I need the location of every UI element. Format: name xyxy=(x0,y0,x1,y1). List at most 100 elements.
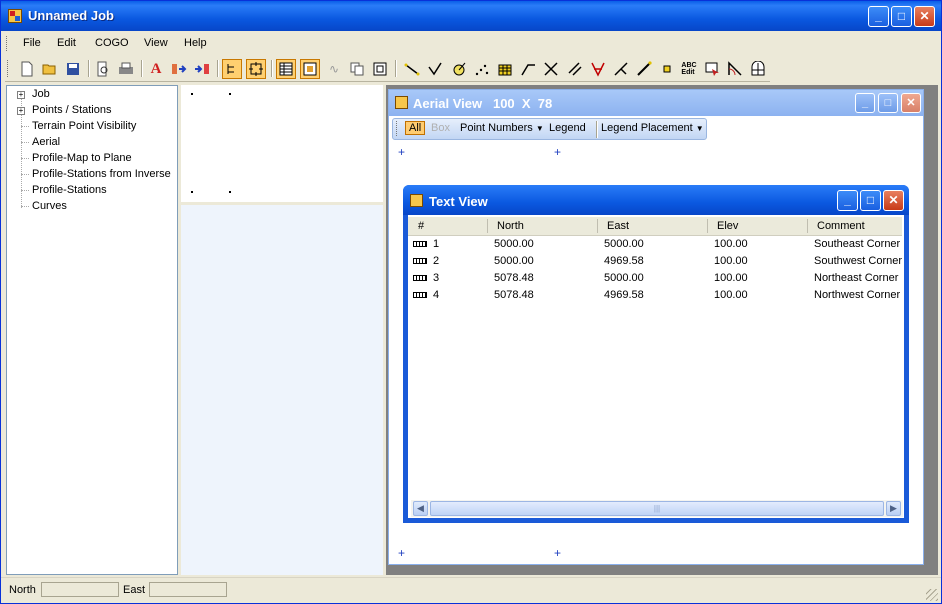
perpendicular-icon[interactable] xyxy=(611,59,631,79)
measure-icon[interactable] xyxy=(634,59,654,79)
scrollbar-thumb[interactable]: ||| xyxy=(430,501,884,516)
menu-help[interactable]: Help xyxy=(184,37,207,49)
tree-item-job[interactable]: Job xyxy=(32,88,50,100)
column-header-elev[interactable]: Elev xyxy=(717,220,738,232)
scroll-left-icon[interactable]: ◀ xyxy=(413,501,428,516)
traverse-icon[interactable] xyxy=(518,59,538,79)
resize-grip[interactable] xyxy=(926,589,938,601)
text-view-minimize-button[interactable]: _ xyxy=(837,190,858,211)
text-view-title: Text View xyxy=(429,194,488,209)
column-divider[interactable] xyxy=(707,219,708,233)
menu-edit[interactable]: Edit xyxy=(57,37,76,49)
tree-connector xyxy=(21,158,29,159)
menu-file[interactable]: File xyxy=(23,37,41,49)
point-record-icon xyxy=(413,292,427,298)
copy-icon[interactable] xyxy=(347,59,367,79)
area-icon[interactable] xyxy=(748,59,768,79)
toolbar-grip[interactable] xyxy=(7,60,11,77)
save-icon[interactable] xyxy=(63,59,83,79)
offset-icon[interactable] xyxy=(565,59,585,79)
legend-button[interactable]: Legend xyxy=(549,122,586,134)
text-edit-icon[interactable]: ABC Edit xyxy=(679,59,699,79)
import-icon[interactable] xyxy=(169,59,189,79)
aerial-toolbar-grip[interactable] xyxy=(396,121,400,136)
scroll-right-icon[interactable]: ▶ xyxy=(886,501,901,516)
aerial-minimize-button[interactable]: _ xyxy=(855,93,875,113)
column-divider[interactable] xyxy=(807,219,808,233)
column-header-east[interactable]: East xyxy=(607,220,629,232)
open-icon[interactable] xyxy=(40,59,60,79)
cell-elev: 100.00 xyxy=(714,272,748,284)
column-header-north[interactable]: North xyxy=(497,220,524,232)
select-icon[interactable] xyxy=(702,59,722,79)
table-row[interactable]: 1 5000.00 5000.00 100.00 Southeast Corne… xyxy=(408,236,902,253)
tree-view-icon[interactable] xyxy=(222,59,242,79)
new-icon[interactable] xyxy=(17,59,37,79)
tree-item-curves[interactable]: Curves xyxy=(32,200,67,212)
tree-item-profile-stations-from-inverse[interactable]: Profile-Stations from Inverse xyxy=(32,168,171,180)
toolbar-separator xyxy=(141,60,143,77)
maximize-button[interactable]: □ xyxy=(891,6,912,27)
expand-job-icon[interactable]: + xyxy=(17,91,25,99)
title-bar[interactable]: Unnamed Job _ □ ✕ xyxy=(1,1,941,31)
horizontal-scrollbar[interactable]: ◀ ||| ▶ xyxy=(411,500,903,517)
minimize-button[interactable]: _ xyxy=(868,6,889,27)
aerial-view-title-bar[interactable]: Aerial View 100 X 78 _ □ ✕ xyxy=(389,90,923,116)
expand-points-icon[interactable]: + xyxy=(17,107,25,115)
tree-item-aerial[interactable]: Aerial xyxy=(32,136,60,148)
column-divider[interactable] xyxy=(597,219,598,233)
column-divider[interactable] xyxy=(487,219,488,233)
menu-grip[interactable] xyxy=(6,36,10,51)
table-view-icon[interactable] xyxy=(276,59,296,79)
table-row[interactable]: 3 5078.48 5000.00 100.00 Northeast Corne… xyxy=(408,270,902,287)
status-east-value xyxy=(149,582,227,597)
export-icon[interactable] xyxy=(192,59,212,79)
plan-preview[interactable] xyxy=(181,85,383,202)
curve-icon[interactable]: ∿ xyxy=(324,59,344,79)
column-header-number[interactable]: # xyxy=(418,220,424,232)
cell-number: 1 xyxy=(433,238,440,250)
job-tree[interactable]: + Job + Points / Stations Terrain Point … xyxy=(6,85,178,575)
all-button[interactable]: All xyxy=(405,121,426,135)
grid-icon[interactable] xyxy=(495,59,515,79)
tree-item-profile-map-to-plane[interactable]: Profile-Map to Plane xyxy=(32,152,132,164)
points-icon[interactable] xyxy=(472,59,492,79)
menu-cogo[interactable]: COGO xyxy=(95,37,129,49)
print-icon[interactable] xyxy=(116,59,136,79)
box-button[interactable]: Box xyxy=(431,122,450,134)
cell-number: 3 xyxy=(433,272,440,284)
chevron-down-icon: ▼ xyxy=(695,124,704,133)
print-preview-icon[interactable] xyxy=(93,59,113,79)
point-numbers-dropdown[interactable]: Point Numbers ▼ xyxy=(460,122,544,134)
text-view-window[interactable]: Text View _ □ ✕ # North East Elev Commen… xyxy=(403,185,909,523)
angle-icon[interactable] xyxy=(425,59,445,79)
plan-view-icon[interactable] xyxy=(300,59,320,79)
table-row[interactable]: 4 5078.48 4969.58 100.00 Northwest Corne… xyxy=(408,287,902,304)
tree-item-points-stations[interactable]: Points / Stations xyxy=(32,104,112,116)
table-row[interactable]: 2 5000.00 4969.58 100.00 Southwest Corne… xyxy=(408,253,902,270)
aerial-maximize-button[interactable]: □ xyxy=(878,93,898,113)
text-view-maximize-button[interactable]: □ xyxy=(860,190,881,211)
window-icon[interactable] xyxy=(370,59,390,79)
point-icon[interactable] xyxy=(657,59,677,79)
zoom-extents-icon[interactable] xyxy=(246,59,266,79)
aerial-close-button[interactable]: ✕ xyxy=(901,93,921,113)
tree-item-profile-stations[interactable]: Profile-Stations xyxy=(32,184,107,196)
circle-icon[interactable] xyxy=(449,59,469,79)
intersect-icon[interactable] xyxy=(541,59,561,79)
text-view-close-button[interactable]: ✕ xyxy=(883,190,904,211)
line-icon[interactable] xyxy=(402,59,422,79)
bearing-icon[interactable] xyxy=(588,59,608,79)
arc-icon[interactable] xyxy=(725,59,745,79)
tree-item-terrain-point-visibility[interactable]: Terrain Point Visibility xyxy=(32,120,136,132)
cell-north: 5078.48 xyxy=(494,272,534,284)
points-list[interactable]: # North East Elev Comment 1 5000.00 5000… xyxy=(408,215,904,518)
cell-comment: Southeast Corner xyxy=(814,238,901,250)
close-button[interactable]: ✕ xyxy=(914,6,935,27)
menu-view[interactable]: View xyxy=(144,37,168,49)
tree-connector xyxy=(21,174,29,175)
font-icon[interactable]: A xyxy=(146,59,166,79)
column-header-comment[interactable]: Comment xyxy=(817,220,865,232)
legend-placement-dropdown[interactable]: Legend Placement ▼ xyxy=(601,122,704,134)
text-view-title-bar[interactable]: Text View _ □ ✕ xyxy=(403,185,909,215)
